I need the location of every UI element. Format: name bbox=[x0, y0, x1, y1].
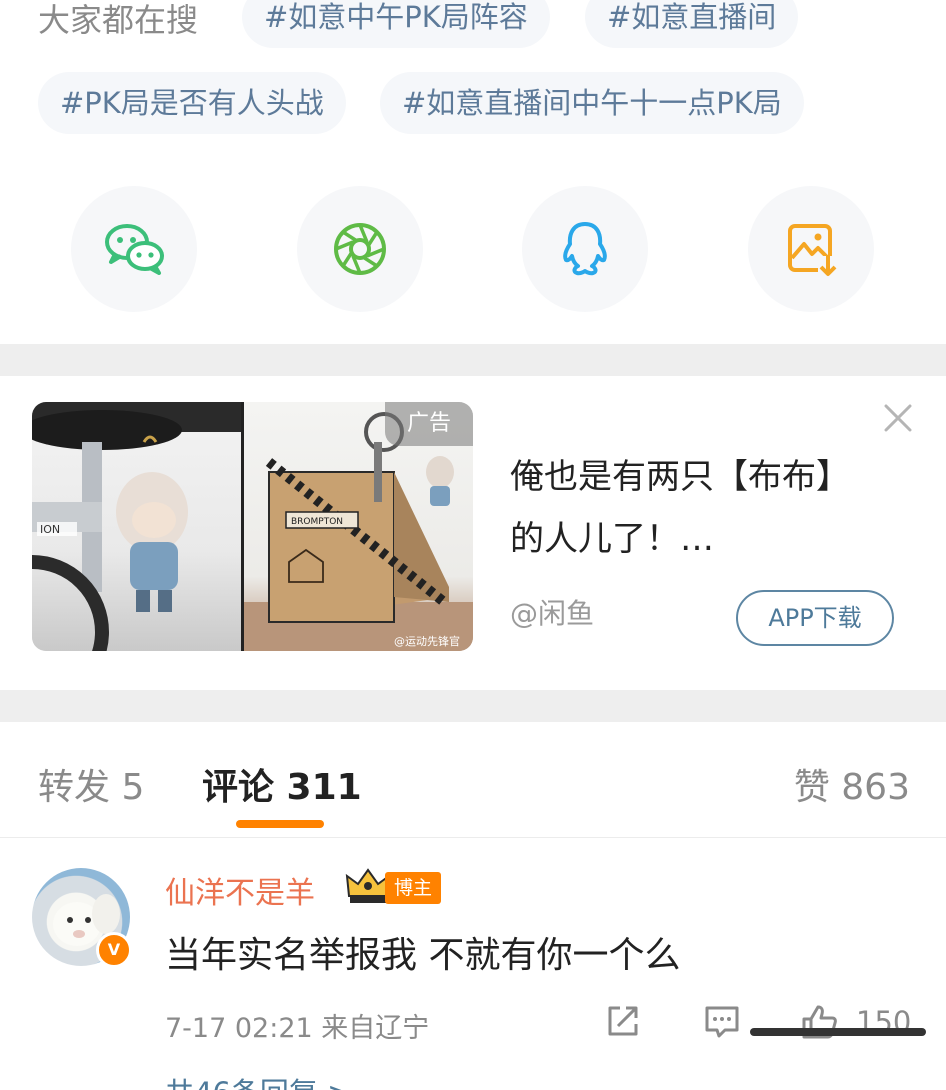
tab-like[interactable]: 赞 863 bbox=[794, 758, 910, 810]
trending-tag[interactable]: #如意直播间中午十一点PK局 bbox=[380, 72, 804, 134]
ad-photo-bike-keychain: ION bbox=[32, 402, 241, 651]
reply-button[interactable] bbox=[703, 1002, 741, 1042]
save-image-icon bbox=[788, 224, 838, 278]
verified-badge: V bbox=[96, 932, 132, 968]
comment-username[interactable]: 仙洋不是羊 bbox=[165, 868, 315, 912]
wechat-icon bbox=[105, 224, 164, 275]
trending-tag[interactable]: #如意直播间 bbox=[585, 0, 799, 48]
app-download-button[interactable]: APP下载 bbox=[736, 590, 894, 646]
close-icon[interactable] bbox=[880, 400, 916, 436]
comment-time-location: 7-17 02:21 来自辽宁 bbox=[165, 1013, 430, 1044]
author-badge: 博主 bbox=[385, 872, 441, 904]
tab-repost[interactable]: 转发 5 bbox=[38, 758, 144, 810]
like-button[interactable]: 150 bbox=[800, 1002, 911, 1042]
share-qq-button[interactable] bbox=[522, 186, 648, 312]
ad-image-watermark: @运动先锋官 bbox=[394, 634, 460, 648]
trending-tag[interactable]: #如意中午PK局阵容 bbox=[242, 0, 550, 48]
share-row bbox=[0, 186, 946, 314]
view-replies-link[interactable]: 共46条回复 > bbox=[165, 1070, 351, 1090]
comment-icon bbox=[705, 1006, 739, 1038]
share-icon bbox=[608, 1006, 638, 1036]
home-indicator bbox=[750, 1028, 926, 1036]
comment-item: V 仙洋不是羊 博主 当年实名举报我 不就有你一个么 7-17 02:21 来自… bbox=[0, 838, 946, 1090]
comment-text[interactable]: 当年实名举报我 不就有你一个么 bbox=[165, 926, 680, 978]
ad-image[interactable]: ION BROMPTON @运动先锋官 广告 bbox=[32, 402, 473, 651]
section-divider bbox=[0, 344, 946, 376]
ad-card[interactable]: ION BROMPTON @运动先锋官 广告 俺也是有两只【布布】的人儿了！… … bbox=[0, 376, 946, 690]
share-wechat-button[interactable] bbox=[71, 186, 197, 312]
trending-search-section: 大家都在搜 #如意中午PK局阵容 #如意直播间 #PK局是否有人头战 #如意直播… bbox=[0, 0, 946, 140]
ad-box-text: BROMPTON bbox=[291, 517, 343, 527]
moments-icon bbox=[334, 223, 386, 275]
share-moments-button[interactable] bbox=[297, 186, 423, 312]
active-tab-indicator bbox=[236, 820, 324, 828]
qq-icon bbox=[563, 222, 607, 276]
section-divider bbox=[0, 690, 946, 722]
ad-source[interactable]: @闲鱼 bbox=[510, 592, 594, 632]
interaction-tabs: 转发 5 评论 311 赞 863 bbox=[0, 722, 946, 838]
tab-comment[interactable]: 评论 311 bbox=[202, 758, 362, 810]
ad-badge: 广告 bbox=[385, 402, 473, 446]
trending-label: 大家都在搜 bbox=[38, 1, 199, 39]
ad-title[interactable]: 俺也是有两只【布布】的人儿了！… bbox=[510, 446, 840, 570]
svg-text:ION: ION bbox=[40, 523, 60, 536]
trending-tag[interactable]: #PK局是否有人头战 bbox=[38, 72, 346, 134]
save-image-button[interactable] bbox=[748, 186, 874, 312]
share-comment-button[interactable] bbox=[604, 1002, 642, 1042]
